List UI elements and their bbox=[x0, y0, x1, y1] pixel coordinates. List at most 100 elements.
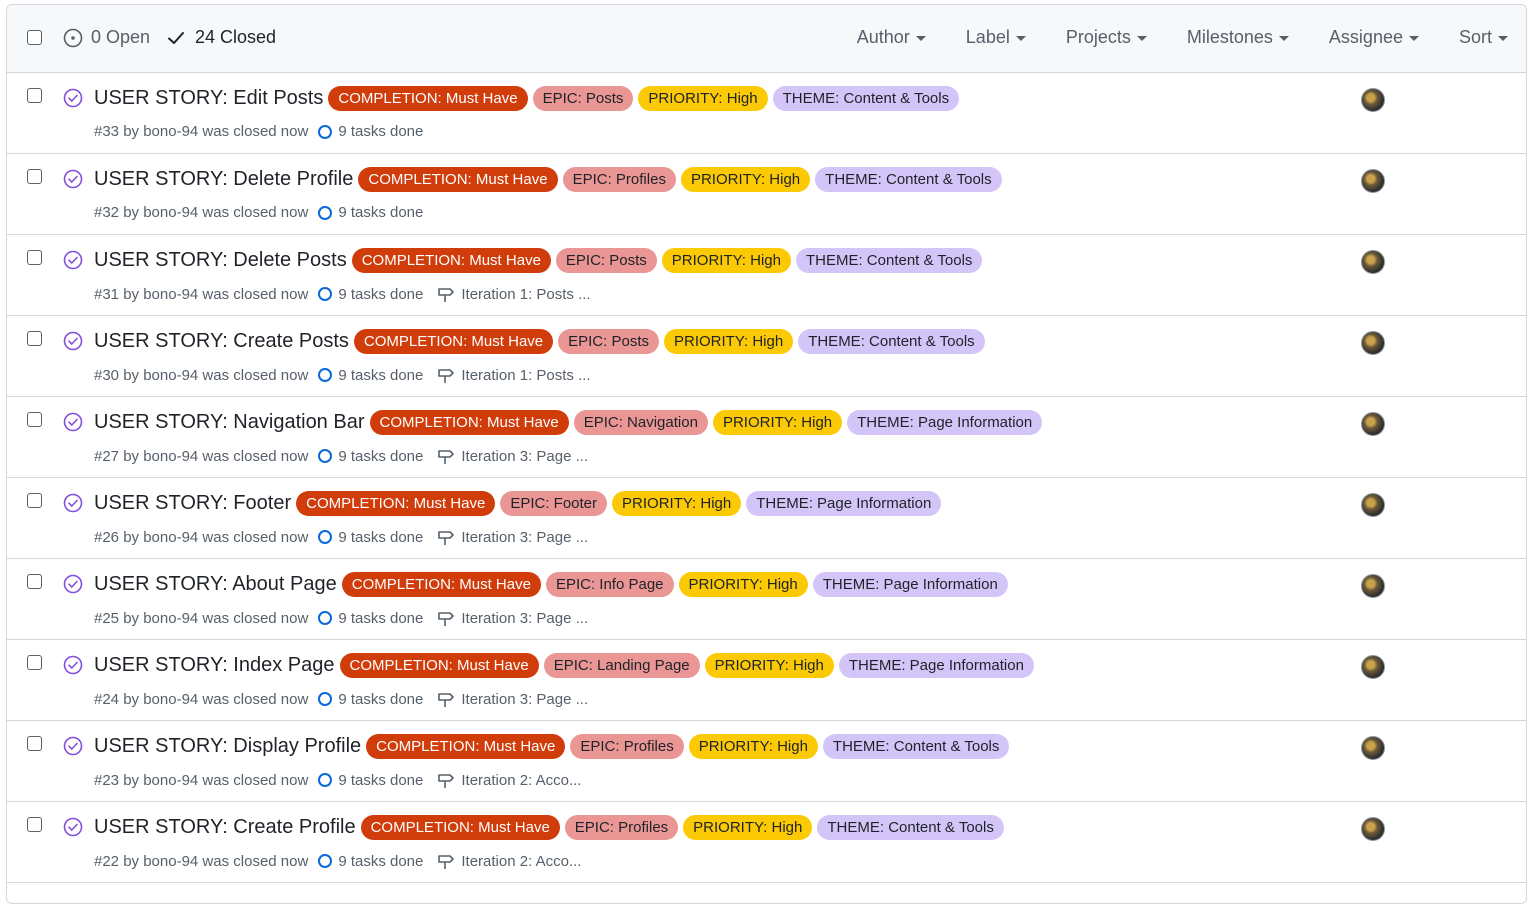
issue-meta: #26 by bono-94 was closed now 9 tasks do… bbox=[94, 528, 588, 546]
label-completion[interactable]: COMPLETION: Must Have bbox=[366, 734, 566, 759]
assignee-avatar[interactable] bbox=[1361, 817, 1385, 841]
label-completion[interactable]: COMPLETION: Must Have bbox=[369, 410, 569, 435]
label-theme[interactable]: THEME: Content & Tools bbox=[772, 86, 960, 111]
label-theme[interactable]: THEME: Content & Tools bbox=[815, 167, 1002, 192]
label-theme[interactable]: THEME: Page Information bbox=[746, 491, 942, 516]
milestone-link[interactable]: Iteration 2: Acco... bbox=[437, 852, 581, 870]
issue-checkbox[interactable] bbox=[27, 250, 42, 265]
milestone-link[interactable]: Iteration 3: Page ... bbox=[437, 690, 588, 708]
milestone-link[interactable]: Iteration 1: Posts ... bbox=[437, 366, 591, 384]
label-completion[interactable]: COMPLETION: Must Have bbox=[360, 815, 560, 840]
label-epic[interactable]: EPIC: Footer bbox=[500, 491, 608, 516]
label-priority[interactable]: PRIORITY: High bbox=[683, 815, 813, 840]
label-epic[interactable]: EPIC: Navigation bbox=[573, 410, 708, 435]
open-issues-tab[interactable]: 0 Open bbox=[63, 27, 150, 48]
task-progress-icon bbox=[318, 124, 333, 139]
assignee-avatar[interactable] bbox=[1361, 169, 1385, 193]
issue-checkbox[interactable] bbox=[27, 736, 42, 751]
label-theme[interactable]: THEME: Content & Tools bbox=[817, 815, 1004, 840]
select-all-checkbox[interactable] bbox=[27, 30, 42, 45]
label-epic[interactable]: EPIC: Profiles bbox=[564, 815, 679, 840]
milestone-link[interactable]: Iteration 1: Posts ... bbox=[437, 285, 591, 303]
issue-title-link[interactable]: USER STORY: Delete Posts bbox=[94, 249, 347, 272]
label-priority[interactable]: PRIORITY: High bbox=[688, 734, 818, 759]
issue-checkbox[interactable] bbox=[27, 493, 42, 508]
milestone-icon bbox=[438, 612, 455, 626]
label-completion[interactable]: COMPLETION: Must Have bbox=[328, 86, 528, 111]
label-theme[interactable]: THEME: Page Information bbox=[812, 572, 1008, 597]
label-theme[interactable]: THEME: Content & Tools bbox=[798, 329, 985, 354]
task-progress-icon bbox=[318, 773, 333, 787]
label-completion[interactable]: COMPLETION: Must Have bbox=[339, 653, 539, 678]
label-completion[interactable]: COMPLETION: Must Have bbox=[353, 329, 554, 354]
label-theme[interactable]: THEME: Content & Tools bbox=[795, 248, 983, 273]
issue-checkbox[interactable] bbox=[27, 169, 42, 184]
issue-title-link[interactable]: USER STORY: Delete Profile bbox=[94, 168, 353, 191]
assignee-avatar[interactable] bbox=[1361, 736, 1385, 760]
issue-meta-text: #31 by bono-94 was closed now bbox=[94, 285, 309, 303]
milestone-link[interactable]: Iteration 3: Page ... bbox=[437, 528, 588, 546]
label-priority[interactable]: PRIORITY: High bbox=[661, 248, 791, 273]
filter-label: Milestones bbox=[1186, 27, 1273, 47]
milestone-link[interactable]: Iteration 3: Page ... bbox=[437, 447, 588, 465]
issue-title-link[interactable]: USER STORY: Edit Posts bbox=[94, 87, 323, 110]
assignee-avatar[interactable] bbox=[1361, 574, 1385, 598]
label-completion[interactable]: COMPLETION: Must Have bbox=[351, 248, 551, 273]
issue-open-icon bbox=[63, 28, 83, 47]
issue-title-link[interactable]: USER STORY: Navigation Bar bbox=[94, 411, 365, 434]
assignee-avatar[interactable] bbox=[1361, 250, 1385, 274]
milestone-link[interactable]: Iteration 3: Page ... bbox=[437, 609, 588, 627]
issue-checkbox[interactable] bbox=[27, 412, 42, 427]
assignee-avatar[interactable] bbox=[1361, 88, 1385, 112]
label-priority[interactable]: PRIORITY: High bbox=[680, 167, 811, 192]
label-theme[interactable]: THEME: Content & Tools bbox=[822, 734, 1010, 759]
milestone-link[interactable]: Iteration 2: Acco... bbox=[437, 771, 581, 789]
author-filter-dropdown[interactable]: Author bbox=[857, 27, 926, 48]
label-epic[interactable]: EPIC: Profiles bbox=[562, 167, 676, 192]
label-epic[interactable]: EPIC: Landing Page bbox=[543, 653, 700, 678]
assignee-avatar[interactable] bbox=[1361, 331, 1385, 355]
label-priority[interactable]: PRIORITY: High bbox=[712, 410, 843, 435]
assignee-avatar[interactable] bbox=[1361, 493, 1385, 517]
issue-title-link[interactable]: USER STORY: Index Page bbox=[94, 654, 335, 677]
closed-issues-tab[interactable]: 24 Closed bbox=[167, 27, 276, 48]
issue-meta-text: #26 by bono-94 was closed now bbox=[94, 528, 309, 546]
issue-checkbox[interactable] bbox=[27, 574, 42, 589]
issue-checkbox[interactable] bbox=[27, 331, 42, 346]
issue-title-link[interactable]: USER STORY: Display Profile bbox=[94, 735, 361, 758]
issue-title-link[interactable]: USER STORY: Create Posts bbox=[94, 330, 349, 353]
label-epic[interactable]: EPIC: Info Page bbox=[545, 572, 674, 597]
assignee-avatar[interactable] bbox=[1361, 655, 1385, 679]
task-progress-icon bbox=[318, 854, 333, 868]
assignee-filter-dropdown[interactable]: Assignee bbox=[1329, 27, 1419, 48]
label-completion[interactable]: COMPLETION: Must Have bbox=[358, 167, 558, 192]
issue-title-link[interactable]: USER STORY: About Page bbox=[94, 573, 337, 596]
task-progress: 9 tasks done bbox=[318, 610, 423, 627]
issue-checkbox[interactable] bbox=[27, 817, 42, 832]
projects-filter-dropdown[interactable]: Projects bbox=[1066, 27, 1147, 48]
label-priority[interactable]: PRIORITY: High bbox=[638, 86, 768, 111]
label-theme[interactable]: THEME: Page Information bbox=[847, 410, 1043, 435]
issue-closed-icon bbox=[63, 250, 83, 270]
issue-title-link[interactable]: USER STORY: Footer bbox=[94, 492, 291, 515]
label-filter-dropdown[interactable]: Label bbox=[966, 27, 1026, 48]
label-epic[interactable]: EPIC: Posts bbox=[532, 86, 634, 111]
label-completion[interactable]: COMPLETION: Must Have bbox=[341, 572, 541, 597]
label-epic[interactable]: EPIC: Profiles bbox=[570, 734, 684, 759]
label-priority[interactable]: PRIORITY: High bbox=[663, 329, 794, 354]
label-priority[interactable]: PRIORITY: High bbox=[678, 572, 808, 597]
label-priority[interactable]: PRIORITY: High bbox=[704, 653, 834, 678]
issue-title-link[interactable]: USER STORY: Create Profile bbox=[94, 816, 356, 839]
issue-meta: #23 by bono-94 was closed now 9 tasks do… bbox=[94, 771, 581, 789]
assignee-avatar[interactable] bbox=[1361, 412, 1385, 436]
label-completion[interactable]: COMPLETION: Must Have bbox=[296, 491, 496, 516]
sort-dropdown[interactable]: Sort bbox=[1459, 27, 1508, 48]
milestones-filter-dropdown[interactable]: Milestones bbox=[1187, 27, 1289, 48]
issue-meta-text: #22 by bono-94 was closed now bbox=[94, 852, 309, 870]
issue-checkbox[interactable] bbox=[27, 88, 42, 103]
label-epic[interactable]: EPIC: Posts bbox=[558, 329, 659, 354]
issue-checkbox[interactable] bbox=[27, 655, 42, 670]
label-priority[interactable]: PRIORITY: High bbox=[612, 491, 742, 516]
label-epic[interactable]: EPIC: Posts bbox=[555, 248, 657, 273]
label-theme[interactable]: THEME: Page Information bbox=[838, 653, 1034, 678]
